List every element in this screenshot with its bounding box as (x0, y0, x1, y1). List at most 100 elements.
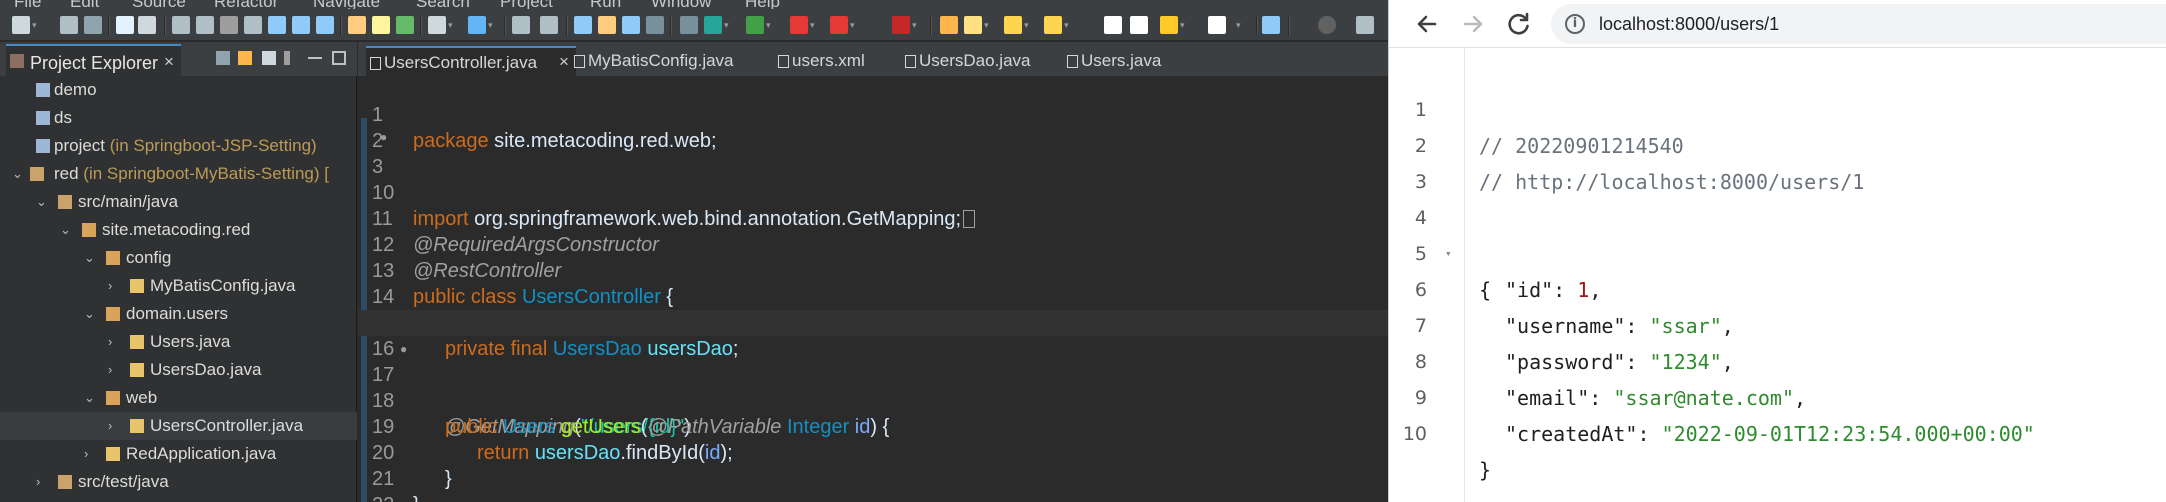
chevron-down-icon[interactable]: ▾ (1236, 18, 1244, 32)
back-icon[interactable] (1104, 16, 1122, 34)
tab-users-xml[interactable]: users.xml (774, 46, 894, 76)
search-icon[interactable] (1318, 16, 1336, 34)
chevron-down-icon[interactable]: ▾ (810, 18, 818, 32)
external-tools-icon[interactable] (790, 16, 808, 34)
code-line[interactable]: 17 ● @GetMapping("/users/{id}") (358, 336, 1388, 438)
step-over-icon[interactable] (292, 16, 310, 34)
view-menu-icon[interactable] (284, 51, 290, 65)
chevron-down-icon[interactable]: ▾ (1180, 18, 1188, 32)
next-annotation-icon[interactable] (1044, 16, 1062, 34)
console-icon[interactable] (138, 16, 156, 34)
tree-item-usersdao-java[interactable]: › UsersDao.java (0, 356, 357, 384)
coverage-icon[interactable] (892, 16, 910, 34)
tab-mybatisconfig-java[interactable]: MyBatisConfig.java (570, 46, 770, 76)
tree-item-red[interactable]: ⌄ red (in Springboot-MyBatis-Setting) [ (0, 160, 357, 188)
tree-item-domain-users[interactable]: ⌄ domain.users (0, 300, 357, 328)
menu-run[interactable]: Run (590, 0, 621, 9)
tree-item-src-test-java[interactable]: › src/test/java (0, 468, 357, 496)
address-url[interactable]: localhost:8000/users/1 (1599, 14, 1779, 35)
chevron-down-icon[interactable]: ▾ (850, 18, 858, 32)
code-line[interactable]: 13 public class UsersController { (358, 232, 1388, 308)
open-perspective-icon[interactable] (1262, 16, 1280, 34)
whitespace-icon[interactable] (646, 16, 664, 34)
chevron-down-icon[interactable]: ▾ (912, 18, 920, 32)
menu-project[interactable]: Project (500, 0, 553, 9)
menu-help[interactable]: Help (745, 0, 780, 9)
reload-icon[interactable] (1501, 6, 1537, 42)
code-line[interactable]: 10 (358, 154, 1388, 204)
forward-icon[interactable] (1130, 16, 1148, 34)
suspend-icon[interactable] (196, 16, 214, 34)
chevron-down-icon[interactable]: ▾ (766, 18, 774, 32)
debug-icon[interactable] (704, 16, 722, 34)
link-editor-icon[interactable] (238, 51, 252, 65)
terminal-icon[interactable] (116, 16, 134, 34)
code-line[interactable]: 21 } (358, 440, 1388, 502)
code-line[interactable]: 11 @RequiredArgsConstructor (358, 180, 1388, 256)
edit-icon[interactable] (964, 16, 982, 34)
tree-item-web[interactable]: ⌄ web (0, 384, 357, 412)
terminate-icon[interactable] (220, 16, 238, 34)
code-line[interactable]: 2 (358, 102, 1388, 152)
web-icon[interactable] (468, 16, 486, 34)
code-editor[interactable]: UsersController.java × MyBatisConfig.jav… (358, 42, 1388, 502)
forward-arrow-icon[interactable] (1455, 6, 1491, 42)
code-line[interactable]: 18 public Users getUsers(@PathVariable I… (358, 362, 1388, 438)
code-line[interactable]: 20 } (358, 414, 1388, 490)
tab-project-explorer[interactable]: Project Explorer × (6, 44, 181, 76)
toggle-breadcrumb-icon[interactable] (598, 16, 616, 34)
block-select-icon[interactable] (622, 16, 640, 34)
chevron-down-icon[interactable]: ▾ (1024, 18, 1032, 32)
chevron-down-icon[interactable]: ⌄ (84, 300, 98, 328)
tree-item-project[interactable]: project (in Springboot-JSP-Setting) (0, 132, 357, 160)
open-type-icon[interactable] (348, 16, 366, 34)
resume-icon[interactable] (172, 16, 190, 34)
tree-item-src-main-java[interactable]: ⌄ src/main/java (0, 188, 357, 216)
code-line[interactable]: 19 return usersDao.findById(id); (358, 388, 1388, 464)
menu-window[interactable]: Window (651, 0, 711, 9)
open-folder-icon[interactable] (940, 16, 958, 34)
maximize-icon[interactable] (332, 51, 346, 65)
tree-item-userscontroller-java[interactable]: › UsersController.java (0, 412, 357, 440)
tab-userscontroller-java[interactable]: UsersController.java × (366, 46, 576, 76)
menu-refactor[interactable]: Refactor (214, 0, 278, 9)
chevron-right-icon[interactable]: › (36, 468, 50, 496)
chevron-down-icon[interactable]: ⌄ (12, 160, 26, 188)
chevron-down-icon[interactable]: ⌄ (36, 188, 50, 216)
annotation-icon[interactable] (1004, 16, 1022, 34)
tree-item-config[interactable]: ⌄ config (0, 244, 357, 272)
chevron-down-icon[interactable]: ▾ (32, 18, 40, 32)
new-icon[interactable] (12, 16, 30, 34)
menu-edit[interactable]: Edit (70, 0, 99, 9)
code-line[interactable]: 22 (358, 466, 1388, 502)
code-line[interactable]: 14 (358, 258, 1388, 308)
tab-usersdao-java[interactable]: UsersDao.java (901, 46, 1061, 76)
chevron-down-icon[interactable]: ▾ (724, 18, 732, 32)
chevron-right-icon[interactable]: › (108, 412, 122, 440)
chevron-down-icon[interactable]: ▾ (448, 18, 456, 32)
fold-collapse-icon[interactable]: ● (400, 336, 407, 362)
perspective-icon[interactable] (1356, 16, 1374, 34)
chevron-right-icon[interactable]: › (108, 272, 122, 300)
toggle-mark-icon[interactable] (574, 16, 592, 34)
chevron-down-icon[interactable]: ▾ (1064, 18, 1072, 32)
code-line-current[interactable]: 16 (358, 310, 1388, 360)
new-project-icon[interactable] (428, 16, 446, 34)
back-arrow-icon[interactable] (1409, 6, 1445, 42)
address-bar[interactable]: i localhost:8000/users/1 (1551, 4, 2166, 44)
save-all-icon[interactable] (84, 16, 102, 34)
tree-item-site-metacoding-red[interactable]: ⌄ site.metacoding.red (0, 216, 357, 244)
step-into-icon[interactable] (268, 16, 286, 34)
menu-navigate[interactable]: Navigate (313, 0, 380, 9)
tree-item-redapplication-java[interactable]: › RedApplication.java (0, 440, 357, 468)
menu-source[interactable]: Source (132, 0, 186, 9)
last-edit-icon[interactable] (1160, 16, 1178, 34)
minimize-icon[interactable] (308, 51, 322, 59)
tree-item-demo[interactable]: demo (0, 76, 357, 104)
chevron-down-icon[interactable]: ⌄ (84, 384, 98, 412)
site-info-icon[interactable]: i (1565, 14, 1585, 34)
collapse-all-icon[interactable] (216, 51, 230, 65)
save-icon[interactable] (60, 16, 78, 34)
stop-icon[interactable] (830, 16, 848, 34)
chevron-down-icon[interactable]: ▾ (984, 18, 992, 32)
